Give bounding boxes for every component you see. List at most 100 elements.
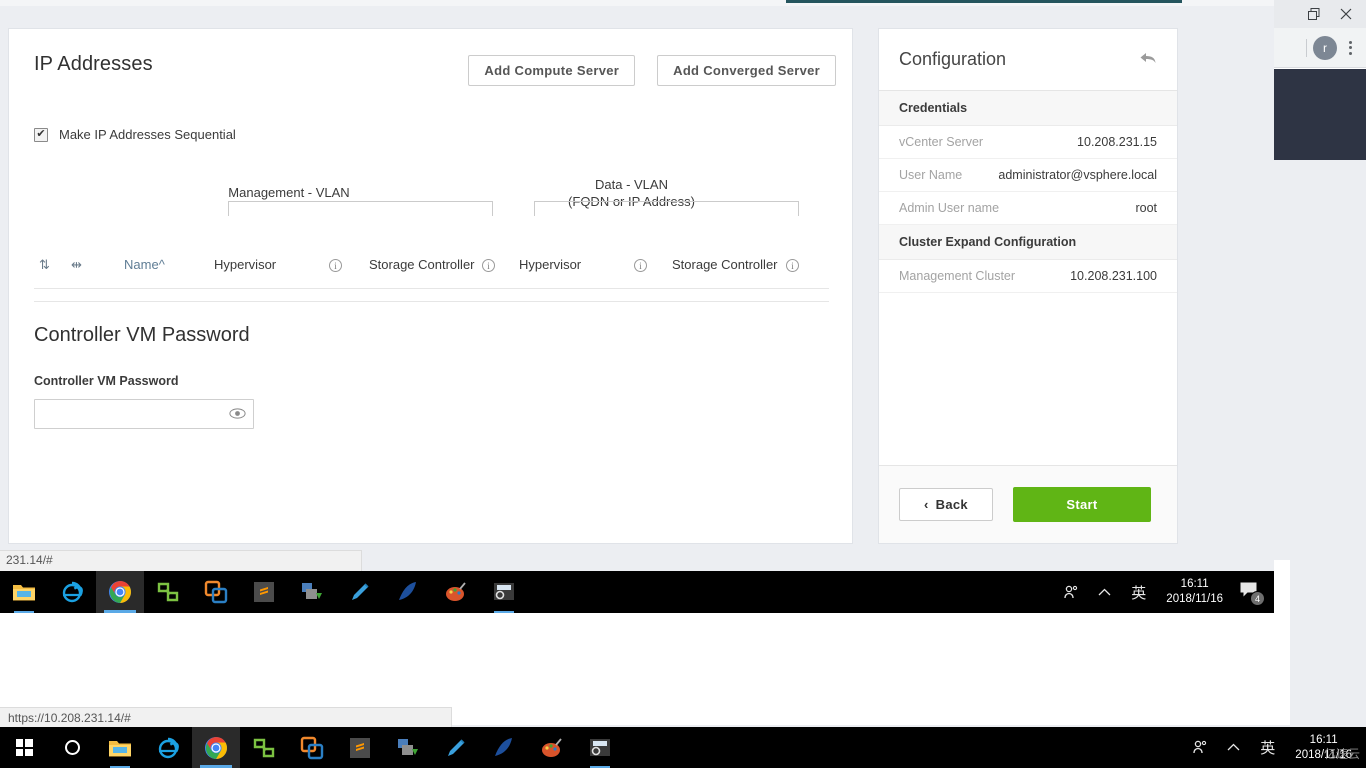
clock-date: 2018/11/16 bbox=[1166, 593, 1223, 605]
inner-taskbar: 英 16:11 2018/11/16 4 bbox=[0, 571, 1274, 613]
file-explorer-icon[interactable] bbox=[96, 727, 144, 768]
mgmt-hypervisor-info-icon[interactable]: i bbox=[329, 257, 342, 273]
browser-toolbar: r bbox=[1274, 28, 1366, 68]
avatar[interactable]: r bbox=[1313, 35, 1337, 60]
pen-tool-icon[interactable] bbox=[336, 571, 384, 613]
paint-icon[interactable] bbox=[528, 727, 576, 768]
config-key: vCenter Server bbox=[899, 135, 984, 149]
add-compute-server-button[interactable]: Add Compute Server bbox=[468, 55, 636, 86]
internet-explorer-icon[interactable] bbox=[144, 727, 192, 768]
config-value: 10.208.231.15 bbox=[1077, 135, 1157, 149]
paint-icon[interactable] bbox=[432, 571, 480, 613]
ime-language-indicator[interactable]: 英 bbox=[1121, 582, 1156, 603]
screen-root: ‹ Back Start https://10.208.231.14/# IP … bbox=[0, 0, 1366, 768]
notification-icon[interactable]: 4 bbox=[1233, 581, 1270, 606]
controller-vm-password-wrapper bbox=[34, 399, 254, 429]
page-top-accent-bar bbox=[786, 0, 1182, 3]
ime-language-indicator[interactable]: 英 bbox=[1250, 737, 1285, 758]
back-button[interactable]: ‹ Back bbox=[899, 488, 993, 521]
sort-caret-icon: ^ bbox=[158, 257, 165, 272]
config-row-admin-user-name: Admin User name root bbox=[879, 192, 1177, 225]
configuration-panel-footer: ‹ Back Start bbox=[879, 465, 1177, 543]
vmware-vsphere-icon[interactable] bbox=[240, 727, 288, 768]
vmware-vsphere-icon[interactable] bbox=[144, 571, 192, 613]
sublime-text-icon[interactable] bbox=[336, 727, 384, 768]
sort-rows-icon[interactable]: ⇅ bbox=[39, 257, 50, 273]
vmware-workstation-icon[interactable] bbox=[288, 727, 336, 768]
column-header-name[interactable]: Name^ bbox=[124, 257, 165, 272]
people-icon[interactable] bbox=[1182, 740, 1217, 755]
servers-table-header: Management - VLAN Data - VLAN (FQDN or I… bbox=[34, 154, 829, 319]
chevron-left-icon: ‹ bbox=[924, 497, 929, 512]
winscp-icon[interactable] bbox=[288, 571, 336, 613]
data-storage-info-icon[interactable]: i bbox=[786, 257, 799, 273]
windows-taskbar: 英 16:11 2018/11/16 bbox=[0, 727, 1366, 768]
config-key: Admin User name bbox=[899, 201, 1000, 215]
config-key: User Name bbox=[899, 168, 963, 182]
management-vlan-group-label: Management - VLAN bbox=[228, 185, 350, 200]
data-vlan-bracket bbox=[534, 201, 799, 216]
page-title: IP Addresses bbox=[34, 53, 153, 75]
windows-start-icon[interactable] bbox=[0, 727, 48, 768]
add-converged-server-button[interactable]: Add Converged Server bbox=[657, 55, 836, 86]
config-row-management-cluster: Management Cluster 10.208.231.100 bbox=[879, 260, 1177, 293]
column-header-data-storage: Storage Controller bbox=[672, 257, 778, 272]
file-explorer-icon[interactable] bbox=[0, 571, 48, 613]
column-header-data-hypervisor: Hypervisor bbox=[519, 257, 582, 272]
show-hidden-icons-chevron[interactable] bbox=[1088, 588, 1121, 597]
wireshark-icon[interactable] bbox=[480, 727, 528, 768]
sublime-text-icon[interactable] bbox=[240, 571, 288, 613]
configuration-panel-header: Configuration bbox=[879, 29, 1177, 91]
start-button[interactable]: Start bbox=[1012, 487, 1151, 522]
cortana-search-icon[interactable] bbox=[48, 727, 96, 768]
chrome-menu-icon[interactable] bbox=[1343, 37, 1358, 59]
filter-rows-icon[interactable]: ⇹ bbox=[71, 257, 82, 273]
checkmark-icon: ✔ bbox=[36, 128, 46, 140]
data-hypervisor-info-icon[interactable]: i bbox=[634, 257, 647, 273]
show-hidden-icons-chevron[interactable] bbox=[1217, 743, 1250, 752]
card-header-actions: Add Compute Server Add Converged Server bbox=[468, 55, 836, 86]
background-status-bar: https://10.208.231.14/# bbox=[0, 707, 452, 729]
eye-icon[interactable] bbox=[229, 406, 246, 421]
sequential-ip-row[interactable]: ✔ Make IP Addresses Sequential bbox=[34, 127, 236, 142]
back-arrow-icon[interactable] bbox=[1139, 51, 1157, 68]
close-window-icon[interactable] bbox=[1332, 1, 1360, 27]
remote-desktop-icon[interactable] bbox=[576, 727, 624, 768]
config-key: Management Cluster bbox=[899, 269, 1016, 283]
winscp-icon[interactable] bbox=[384, 727, 432, 768]
config-value: root bbox=[1135, 201, 1157, 215]
main-status-bar: 231.14/# bbox=[0, 550, 362, 571]
pen-tool-icon[interactable] bbox=[432, 727, 480, 768]
clock-time: 16:11 bbox=[1180, 578, 1209, 590]
ip-addresses-card: IP Addresses Add Compute Server Add Conv… bbox=[8, 28, 853, 544]
section-heading-credentials: Credentials bbox=[879, 91, 1177, 126]
section-heading-cluster-expand: Cluster Expand Configuration bbox=[879, 225, 1177, 260]
configuration-title: Configuration bbox=[899, 49, 1007, 69]
column-header-mgmt-hypervisor: Hypervisor bbox=[214, 257, 277, 272]
browser-shell-right: r bbox=[1274, 0, 1366, 160]
make-ip-sequential-label: Make IP Addresses Sequential bbox=[59, 127, 236, 142]
watermark: 亿速云 bbox=[1323, 747, 1360, 761]
restore-window-icon[interactable] bbox=[1300, 1, 1328, 27]
people-icon[interactable] bbox=[1053, 585, 1088, 600]
make-ip-sequential-checkbox[interactable]: ✔ bbox=[34, 127, 48, 142]
config-row-vcenter-server: vCenter Server 10.208.231.15 bbox=[879, 126, 1177, 159]
vmware-workstation-icon[interactable] bbox=[192, 571, 240, 613]
clock[interactable]: 16:11 2018/11/16 bbox=[1156, 577, 1233, 607]
data-vlan-line1: Data - VLAN bbox=[595, 177, 668, 192]
browser-titlebar bbox=[1274, 0, 1366, 28]
column-header-row: ⇅ ⇹ Name^ Hypervisor i Storage Controlle… bbox=[34, 249, 829, 289]
config-value: 10.208.231.100 bbox=[1070, 269, 1157, 283]
notification-count-badge: 4 bbox=[1250, 591, 1265, 606]
mgmt-storage-info-icon[interactable]: i bbox=[482, 257, 495, 273]
wireshark-icon[interactable] bbox=[384, 571, 432, 613]
toolbar-separator bbox=[1306, 38, 1307, 57]
internet-explorer-icon[interactable] bbox=[48, 571, 96, 613]
windows-taskbar-icons bbox=[0, 727, 624, 768]
configuration-panel-body: Credentials vCenter Server 10.208.231.15… bbox=[879, 91, 1177, 465]
management-vlan-bracket bbox=[228, 201, 493, 216]
remote-desktop-icon[interactable] bbox=[480, 571, 528, 613]
google-chrome-icon[interactable] bbox=[96, 571, 144, 613]
google-chrome-icon[interactable] bbox=[192, 727, 240, 768]
controller-vm-password-input[interactable] bbox=[34, 399, 254, 429]
